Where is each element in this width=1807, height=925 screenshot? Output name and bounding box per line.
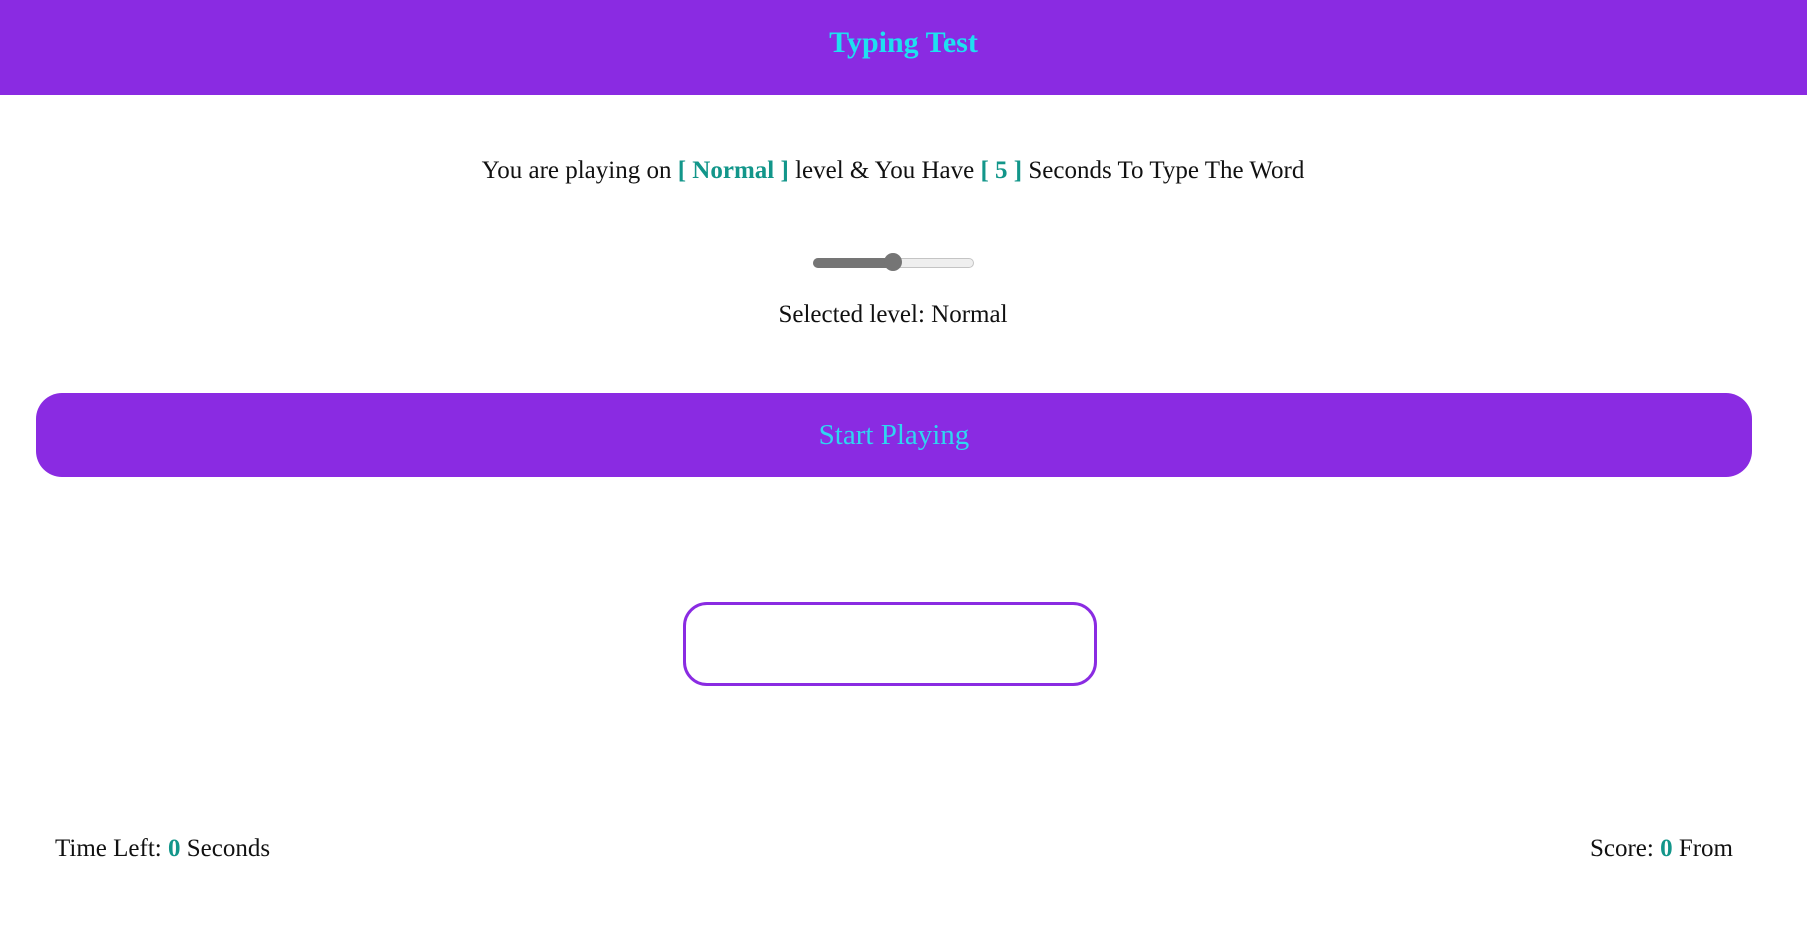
game-info-message: You are playing on [ Normal ] level & Yo… — [0, 157, 1786, 185]
info-prefix: You are playing on — [481, 157, 672, 184]
score-label: Score: — [1589, 835, 1654, 862]
seconds-badge: [ 5 ] — [980, 157, 1023, 184]
time-left-unit: Seconds — [186, 835, 271, 862]
start-playing-button[interactable]: Start Playing — [36, 393, 1752, 477]
level-slider-fill — [813, 258, 893, 268]
time-left-label: Time Left: — [55, 835, 162, 862]
info-middle: level & You Have — [795, 157, 975, 184]
score-suffix: From — [1678, 835, 1733, 862]
level-slider[interactable] — [813, 253, 974, 271]
info-suffix: Seconds To Type The Word — [1028, 157, 1305, 184]
word-input[interactable] — [683, 602, 1097, 686]
time-left-value: 0 — [167, 835, 181, 862]
app-header: Typing Test — [0, 0, 1807, 95]
score-value: 0 — [1660, 835, 1673, 862]
score-display: Score: 0 From — [1590, 835, 1733, 863]
time-left-display: Time Left: 0 Seconds — [55, 835, 270, 863]
level-slider-thumb[interactable] — [884, 253, 902, 271]
page-title: Typing Test — [829, 25, 978, 59]
selected-level-text: Selected level: Normal — [778, 301, 1008, 328]
level-badge: [ Normal ] — [677, 157, 789, 184]
